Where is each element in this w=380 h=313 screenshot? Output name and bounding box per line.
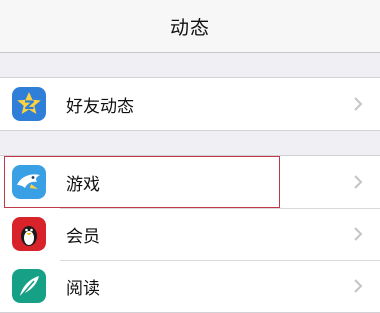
navigation-bar: 动态: [0, 0, 380, 53]
vip-penguin-icon: [12, 217, 46, 251]
page-title: 动态: [169, 16, 210, 39]
game-shark-icon: [12, 165, 46, 199]
chevron-right-icon: [354, 97, 363, 111]
chevron-right-icon: [354, 279, 363, 293]
section-apps: 游戏 会员 阅读: [0, 155, 380, 313]
list-item-label: 阅读: [66, 278, 100, 299]
reading-feather-icon: [12, 269, 46, 303]
list-item-vip[interactable]: 会员: [0, 208, 380, 260]
chevron-right-icon: [354, 227, 363, 241]
list-item-label: 会员: [66, 226, 100, 247]
list-item-label: 好友动态: [66, 96, 134, 117]
list-item-friend-feed[interactable]: 好友动态: [0, 78, 380, 130]
section-friends: 好友动态: [0, 77, 380, 131]
chevron-right-icon: [354, 175, 363, 189]
list-item-reading[interactable]: 阅读: [0, 260, 380, 312]
qzone-star-icon: [12, 87, 46, 121]
list-item-label: 游戏: [66, 174, 100, 195]
list-item-games[interactable]: 游戏: [0, 156, 380, 208]
